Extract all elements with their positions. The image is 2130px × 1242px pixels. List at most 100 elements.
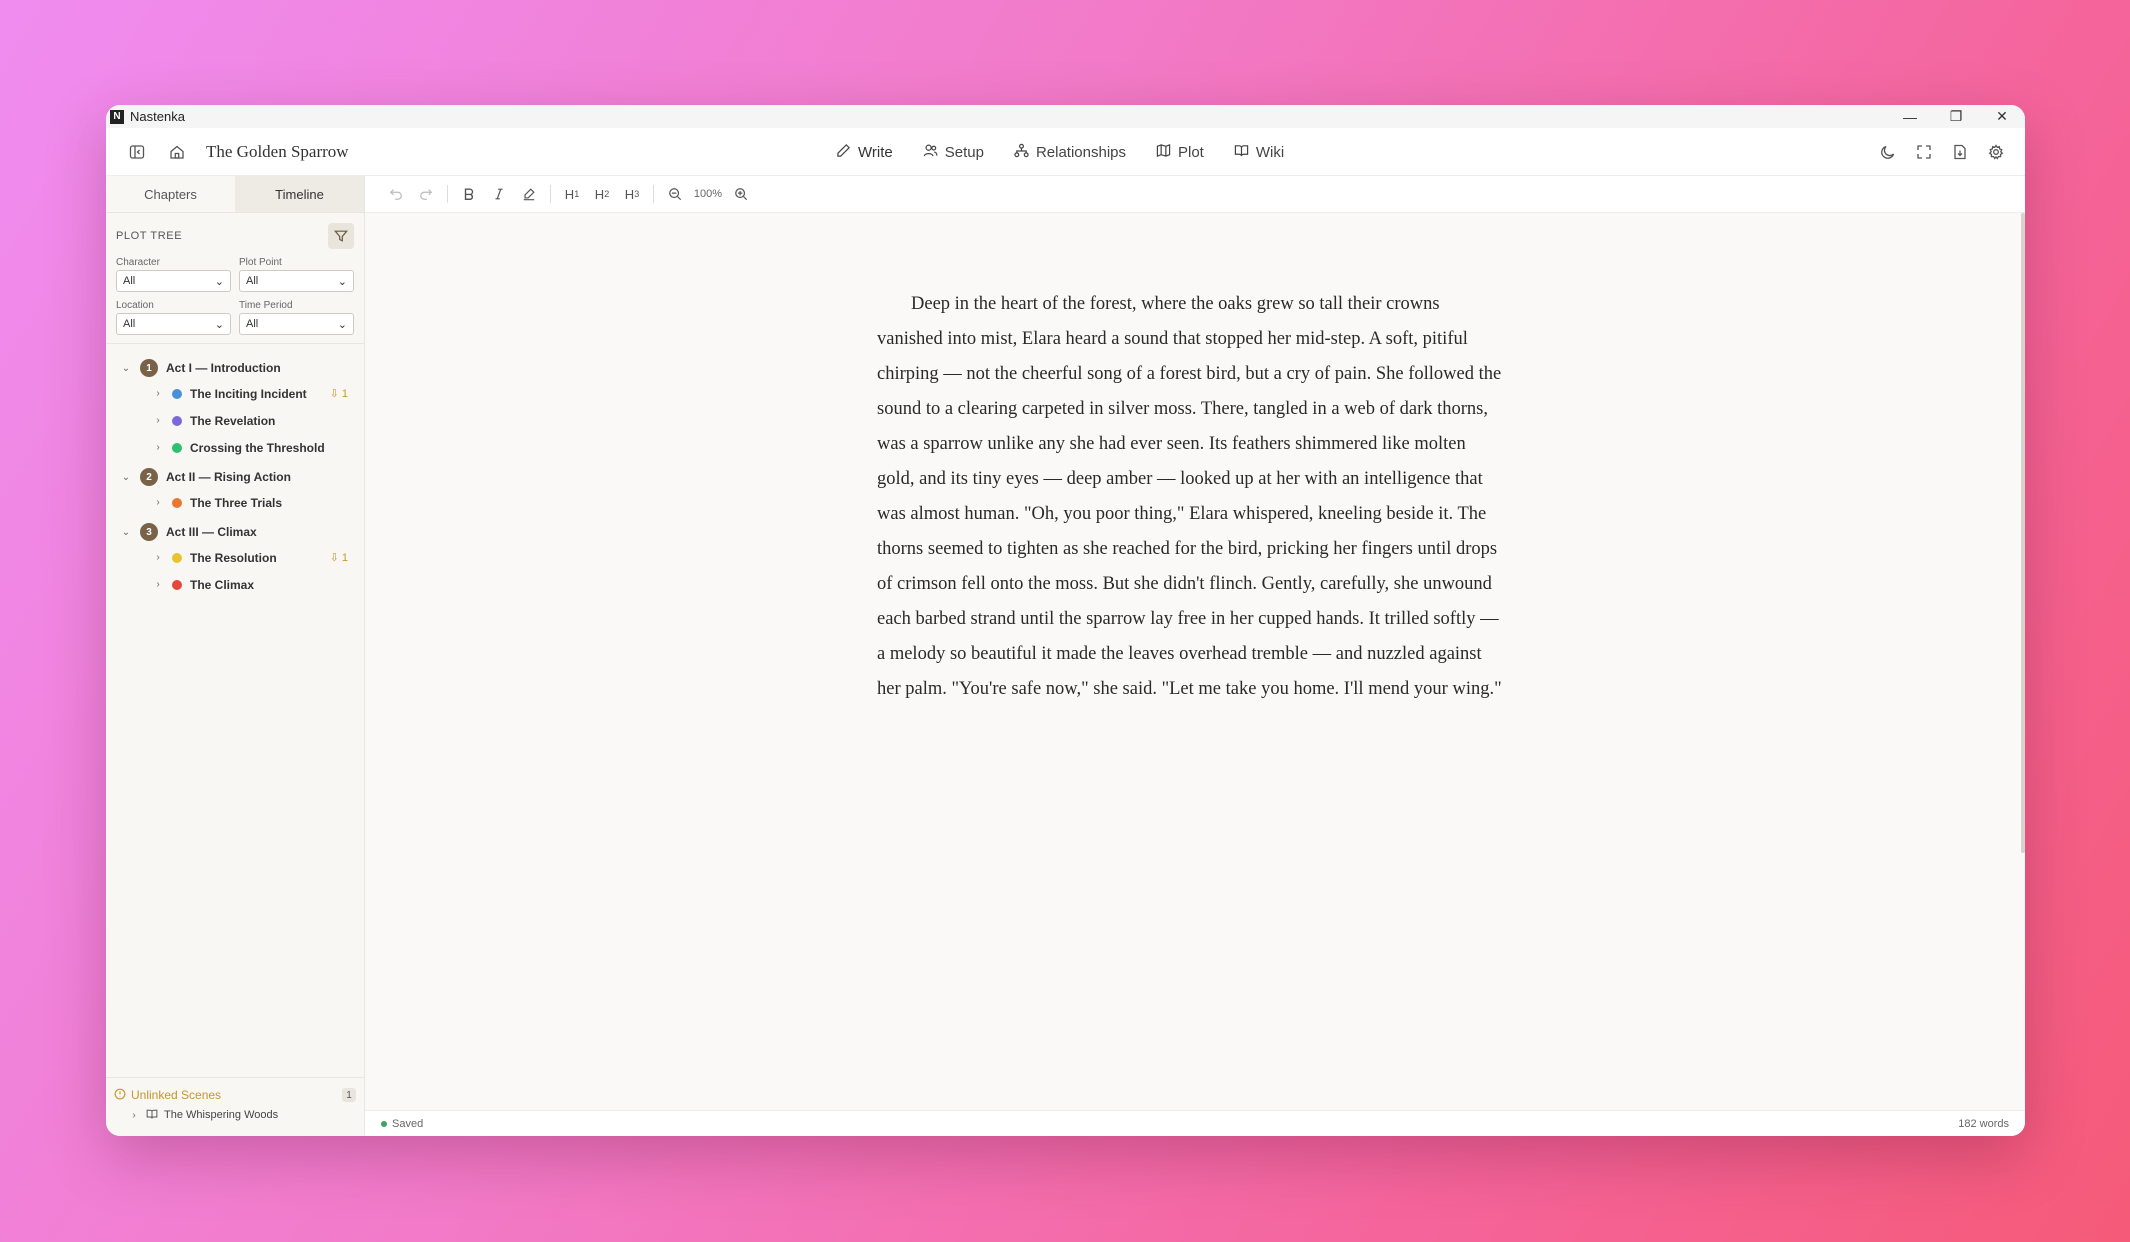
filter-character: Character All ⌄ [116,257,231,292]
unlinked-scene-item[interactable]: › The Whispering Woods [114,1104,356,1126]
app-header: The Golden Sparrow Write Setup Relations… [106,128,2025,176]
act-title: Act II — Rising Action [166,470,291,484]
act-row[interactable]: ⌄ 3 Act III — Climax [106,520,364,544]
nav-plot[interactable]: Plot [1156,143,1204,162]
network-icon [1014,143,1029,162]
scene-row[interactable]: › The Climax [106,571,364,598]
home-icon[interactable] [166,141,188,163]
book-icon [1234,143,1249,162]
heading-2-button[interactable]: H2 [587,179,617,209]
format-toolbar: H1 H2 H3 100% [365,176,2025,213]
save-status: Saved [381,1118,423,1130]
close-button[interactable]: ✕ [1979,105,2025,128]
window-controls: — ❐ ✕ [1887,105,2025,128]
character-select[interactable]: All ⌄ [116,270,231,292]
divider [653,185,654,203]
unlinked-scenes-heading[interactable]: Unlinked Scenes [114,1088,221,1103]
sidebar-toggle-icon[interactable] [126,141,148,163]
scene-color-dot [172,415,182,426]
book-icon [146,1108,158,1123]
chevron-right-icon[interactable]: › [128,1110,140,1121]
plot-point-select[interactable]: All ⌄ [239,270,354,292]
chevron-right-icon[interactable]: › [152,442,164,453]
nav-relationships[interactable]: Relationships [1014,143,1126,162]
chevron-down-icon[interactable]: ⌄ [120,527,132,538]
heading-3-button[interactable]: H3 [617,179,647,209]
time-period-select[interactable]: All ⌄ [239,313,354,335]
location-select[interactable]: All ⌄ [116,313,231,335]
scene-title: The Climax [190,577,255,592]
scene-row[interactable]: › The Inciting Incident ⇩ 1 [106,380,364,407]
link-count-badge: ⇩ 1 [329,552,348,564]
title-bar: N Nastenka — ❐ ✕ [106,105,2025,128]
nav-write-label: Write [858,143,893,161]
word-count: 182 words [1958,1117,2009,1130]
act-title: Act I — Introduction [166,361,281,375]
scene-row[interactable]: › The Resolution ⇩ 1 [106,544,364,571]
chevron-down-icon[interactable]: ⌄ [120,472,132,483]
filter-plot-point: Plot Point All ⌄ [239,257,354,292]
dark-mode-icon[interactable] [1877,141,1899,163]
nav-wiki[interactable]: Wiki [1234,143,1284,162]
chevron-right-icon[interactable]: › [152,497,164,508]
act-number: 2 [140,468,158,486]
export-icon[interactable] [1949,141,1971,163]
document-text[interactable]: Deep in the heart of the forest, where t… [877,287,1507,707]
alert-circle-icon [114,1088,126,1103]
chevron-right-icon[interactable]: › [152,579,164,590]
zoom-out-icon[interactable] [660,179,690,209]
saved-dot-icon [381,1120,387,1127]
zoom-level: 100% [693,188,723,200]
settings-icon[interactable] [1985,141,2007,163]
act-number: 1 [140,359,158,377]
chevron-right-icon[interactable]: › [152,415,164,426]
users-icon [923,143,938,162]
divider [550,185,551,203]
zoom-in-icon[interactable] [726,179,756,209]
nav-write[interactable]: Write [836,143,893,162]
plot-tree: ⌄ 1 Act I — Introduction › The Inciting … [106,344,364,598]
chevron-down-icon: ⌄ [337,318,347,331]
tab-chapters[interactable]: Chapters [106,176,235,212]
minimize-button[interactable]: — [1887,105,1933,128]
unlinked-scenes: Unlinked Scenes 1 › The Whispering Woods [106,1077,364,1136]
map-icon [1156,143,1171,162]
heading-1-button[interactable]: H1 [557,179,587,209]
nav-wiki-label: Wiki [1255,143,1285,161]
filter-label: Location [116,300,154,311]
chevron-right-icon[interactable]: › [152,552,164,563]
editor-scrollbar[interactable] [2021,213,2025,853]
scene-color-dot [172,442,182,453]
divider [447,185,448,203]
app-window: N Nastenka — ❐ ✕ The Golden Sparrow Writ… [106,105,2025,1136]
plot-filters: Character All ⌄ Plot Point All ⌄ Location … [106,251,364,344]
chevron-down-icon[interactable]: ⌄ [120,363,132,374]
app-logo-icon: N [110,109,124,124]
scene-row[interactable]: › The Revelation [106,407,364,434]
scene-title: The Inciting Incident [190,386,307,401]
act-row[interactable]: ⌄ 2 Act II — Rising Action [106,465,364,489]
scene-row[interactable]: › The Three Trials [106,489,364,516]
sidebar: Chapters Timeline PLOT TREE Character Al… [106,176,365,1136]
filter-icon[interactable] [328,223,354,249]
act-row[interactable]: ⌄ 1 Act I — Introduction [106,356,364,380]
editor-canvas[interactable]: Deep in the heart of the forest, where t… [365,213,2025,1110]
bold-icon[interactable] [454,179,484,209]
highlight-icon[interactable] [514,179,544,209]
scene-color-dot [172,579,182,590]
undo-icon[interactable] [381,179,411,209]
chevron-down-icon: ⌄ [214,318,224,331]
filter-location: Location All ⌄ [116,300,231,335]
scene-color-dot [172,497,182,508]
nav-setup[interactable]: Setup [923,143,984,162]
italic-icon[interactable] [484,179,514,209]
redo-icon[interactable] [411,179,441,209]
scene-title: The Revelation [190,413,276,428]
chevron-right-icon[interactable]: › [152,388,164,399]
tab-timeline[interactable]: Timeline [235,176,364,212]
fullscreen-icon[interactable] [1913,141,1935,163]
act-title: Act III — Climax [166,525,257,539]
scene-row[interactable]: › Crossing the Threshold [106,434,364,461]
restore-button[interactable]: ❐ [1933,105,1979,128]
unlinked-count-badge: 1 [342,1088,356,1102]
